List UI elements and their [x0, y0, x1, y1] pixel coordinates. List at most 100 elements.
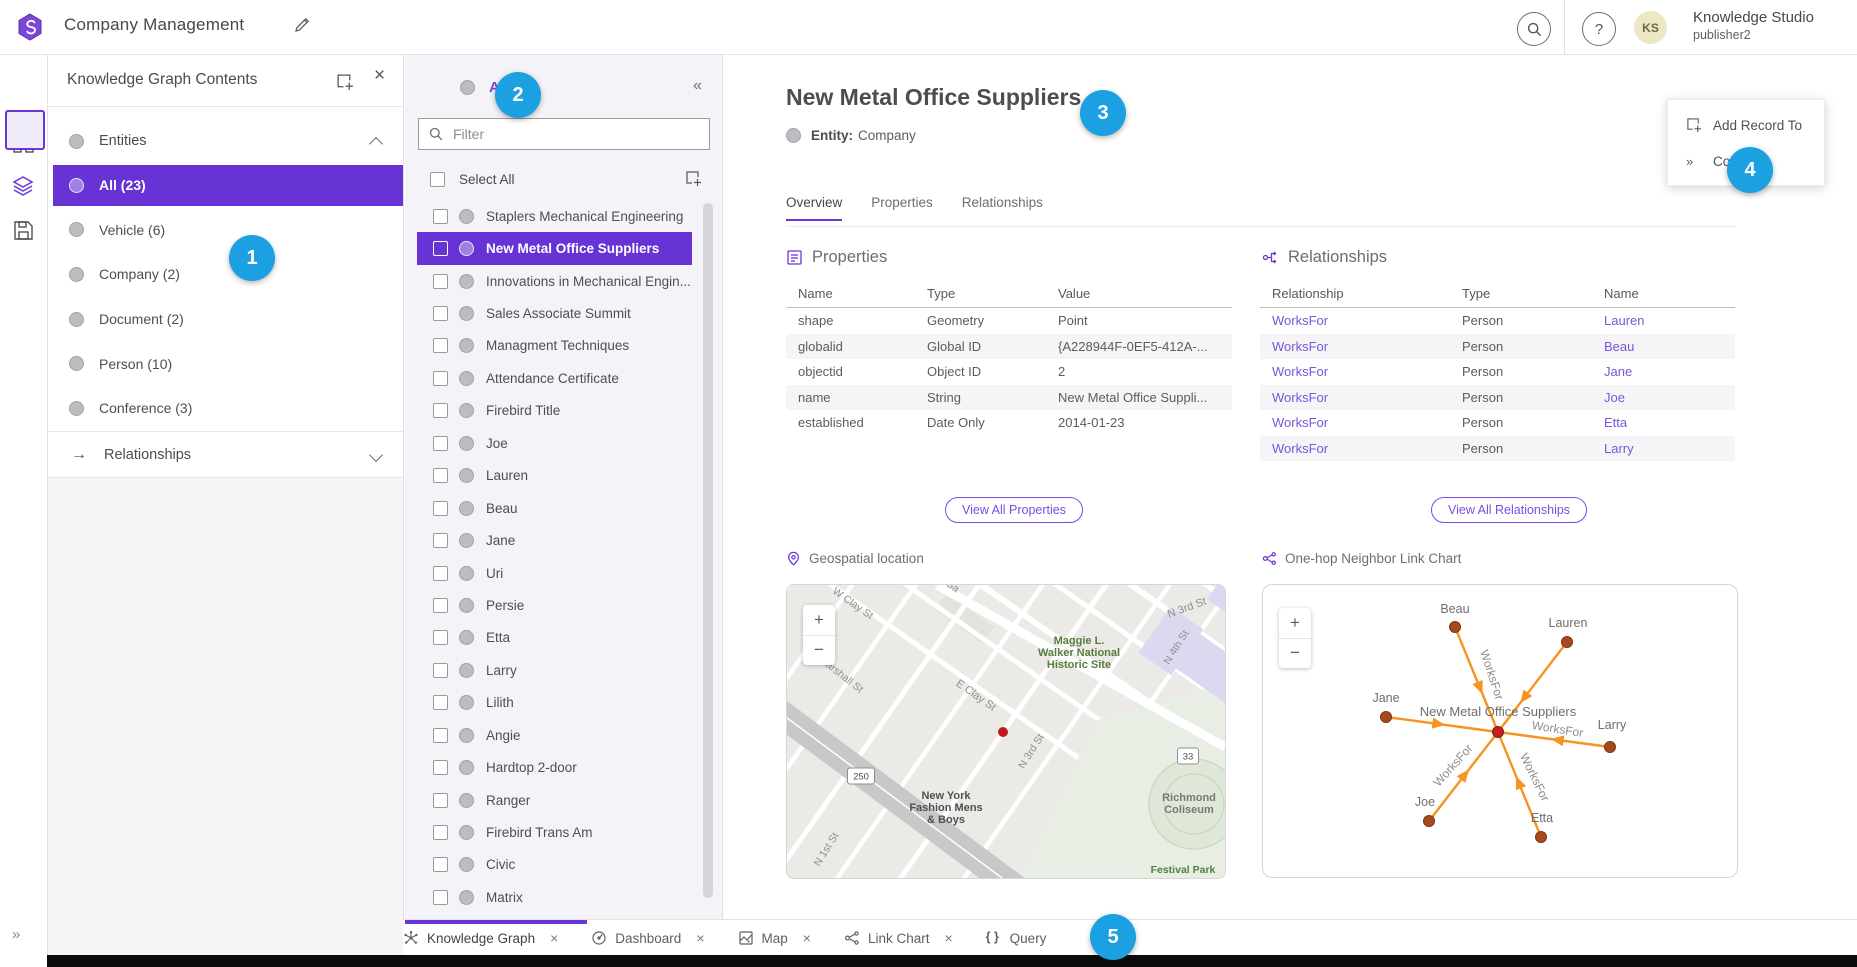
view-all-properties-button[interactable]: View All Properties: [945, 497, 1083, 523]
table-cell-link[interactable]: WorksFor: [1260, 385, 1450, 411]
app-logo-icon[interactable]: [16, 13, 44, 41]
checkbox[interactable]: [433, 793, 448, 808]
entity-type-row[interactable]: Company (2): [47, 252, 403, 297]
checkbox[interactable]: [433, 403, 448, 418]
table-cell-link[interactable]: Joe: [1592, 385, 1735, 411]
neighbor-node[interactable]: [1562, 637, 1573, 648]
checkbox[interactable]: [433, 468, 448, 483]
record-list-item[interactable]: Managment Techniques: [417, 330, 692, 362]
zoom-out-button[interactable]: −: [1279, 639, 1311, 669]
checkbox[interactable]: [433, 857, 448, 872]
checkbox[interactable]: [433, 533, 448, 548]
record-list-item[interactable]: Staplers Mechanical Engineering: [417, 200, 692, 232]
neighbor-node[interactable]: [1381, 712, 1392, 723]
record-list-item[interactable]: Firebird Trans Am: [417, 816, 692, 848]
record-list-item[interactable]: Uri: [417, 557, 692, 589]
entity-type-row[interactable]: Conference (3): [47, 386, 403, 431]
close-icon[interactable]: ×: [803, 930, 811, 946]
table-cell-link[interactable]: WorksFor: [1260, 308, 1450, 334]
tab-relationships[interactable]: Relationships: [962, 195, 1043, 221]
record-list-item[interactable]: Etta: [417, 622, 692, 654]
record-list-item[interactable]: Civic: [417, 849, 692, 881]
record-list-item[interactable]: Hardtop 2-door: [417, 751, 692, 783]
bottom-tab-map[interactable]: Map×: [738, 930, 811, 946]
checkbox[interactable]: [433, 501, 448, 516]
table-cell-link[interactable]: Larry: [1592, 436, 1735, 462]
bottom-tab-link-chart[interactable]: Link Chart×: [844, 930, 953, 946]
layers-icon[interactable]: [12, 116, 35, 139]
save-icon[interactable]: [12, 219, 35, 242]
record-list-item[interactable]: Angie: [417, 719, 692, 751]
edit-icon[interactable]: [293, 16, 311, 34]
entity-type-row[interactable]: Vehicle (6): [47, 208, 403, 253]
map-view[interactable]: W Clay StSaN 3rd StW Marshall StE Clay S…: [786, 584, 1226, 879]
search-icon[interactable]: [1517, 12, 1551, 46]
record-list-item[interactable]: Lauren: [417, 460, 692, 492]
center-node[interactable]: [1493, 727, 1504, 738]
checkbox[interactable]: [433, 663, 448, 678]
zoom-out-button[interactable]: −: [803, 636, 835, 666]
checkbox[interactable]: [433, 338, 448, 353]
map-zoom-control[interactable]: + −: [803, 605, 835, 665]
table-cell-link[interactable]: Jane: [1592, 359, 1735, 385]
checkbox[interactable]: [433, 760, 448, 775]
checkbox[interactable]: [433, 630, 448, 645]
add-record-icon[interactable]: [685, 170, 702, 187]
help-icon[interactable]: ?: [1582, 12, 1616, 46]
select-all-row[interactable]: Select All: [405, 162, 722, 196]
entities-section-header[interactable]: Entities: [47, 119, 403, 163]
checkbox[interactable]: [433, 274, 448, 289]
scrollbar[interactable]: [703, 203, 713, 898]
neighbor-node[interactable]: [1450, 622, 1461, 633]
checkbox[interactable]: [433, 890, 448, 905]
link-chart-zoom-control[interactable]: + −: [1279, 608, 1311, 668]
checkbox[interactable]: [433, 209, 448, 224]
close-icon[interactable]: ×: [696, 930, 704, 946]
expand-rail-icon[interactable]: »: [12, 926, 18, 943]
record-list-item[interactable]: Matrix: [417, 881, 692, 913]
layers-icon[interactable]: [11, 174, 35, 198]
table-cell-link[interactable]: WorksFor: [1260, 410, 1450, 436]
collapse-panel-icon[interactable]: «: [693, 77, 700, 95]
record-list-item[interactable]: Joe: [417, 427, 692, 459]
entity-type-row[interactable]: Document (2): [47, 297, 403, 342]
close-icon[interactable]: ×: [374, 65, 385, 87]
bottom-tab-query[interactable]: { }Query: [986, 930, 1047, 946]
avatar[interactable]: KS: [1634, 11, 1667, 44]
entity-type-row[interactable]: Person (10): [47, 341, 403, 386]
record-list-item[interactable]: Larry: [417, 654, 692, 686]
table-cell-link[interactable]: WorksFor: [1260, 359, 1450, 385]
add-record-type-icon[interactable]: [336, 73, 354, 91]
tab-properties[interactable]: Properties: [871, 195, 933, 221]
record-list-item[interactable]: Ranger: [417, 784, 692, 816]
zoom-in-button[interactable]: +: [803, 605, 835, 636]
checkbox[interactable]: [433, 371, 448, 386]
table-cell-link[interactable]: Beau: [1592, 334, 1735, 360]
bottom-tab-knowledge-graph[interactable]: Knowledge Graph×: [403, 930, 558, 946]
table-cell-link[interactable]: Lauren: [1592, 308, 1735, 334]
tab-overview[interactable]: Overview: [786, 195, 842, 221]
bottom-tab-dashboard[interactable]: Dashboard×: [591, 930, 704, 946]
user-name[interactable]: Knowledge Studio: [1693, 9, 1814, 26]
record-list-item[interactable]: Persie: [417, 589, 692, 621]
table-cell-link[interactable]: WorksFor: [1260, 436, 1450, 462]
checkbox[interactable]: [433, 598, 448, 613]
close-icon[interactable]: ×: [944, 930, 952, 946]
select-all-checkbox[interactable]: [430, 172, 445, 187]
menu-item-add-record-to[interactable]: Add Record To: [1668, 110, 1824, 140]
record-list-item[interactable]: New Metal Office Suppliers: [417, 232, 692, 264]
record-list-item[interactable]: Lilith: [417, 687, 692, 719]
table-cell-link[interactable]: WorksFor: [1260, 334, 1450, 360]
checkbox[interactable]: [433, 306, 448, 321]
neighbor-node[interactable]: [1536, 832, 1547, 843]
checkbox[interactable]: [433, 436, 448, 451]
close-icon[interactable]: ×: [550, 930, 558, 946]
link-chart-view[interactable]: WorksForWorksForWorksForWorksForBeauLaur…: [1262, 584, 1738, 878]
record-list-item[interactable]: Attendance Certificate: [417, 362, 692, 394]
neighbor-node[interactable]: [1605, 742, 1616, 753]
record-list-item[interactable]: Innovations in Mechanical Engin...: [417, 265, 692, 297]
entity-type-row[interactable]: All (23): [53, 165, 403, 206]
filter-input[interactable]: [451, 125, 709, 143]
checkbox[interactable]: [433, 241, 448, 256]
view-all-relationships-button[interactable]: View All Relationships: [1431, 497, 1587, 523]
